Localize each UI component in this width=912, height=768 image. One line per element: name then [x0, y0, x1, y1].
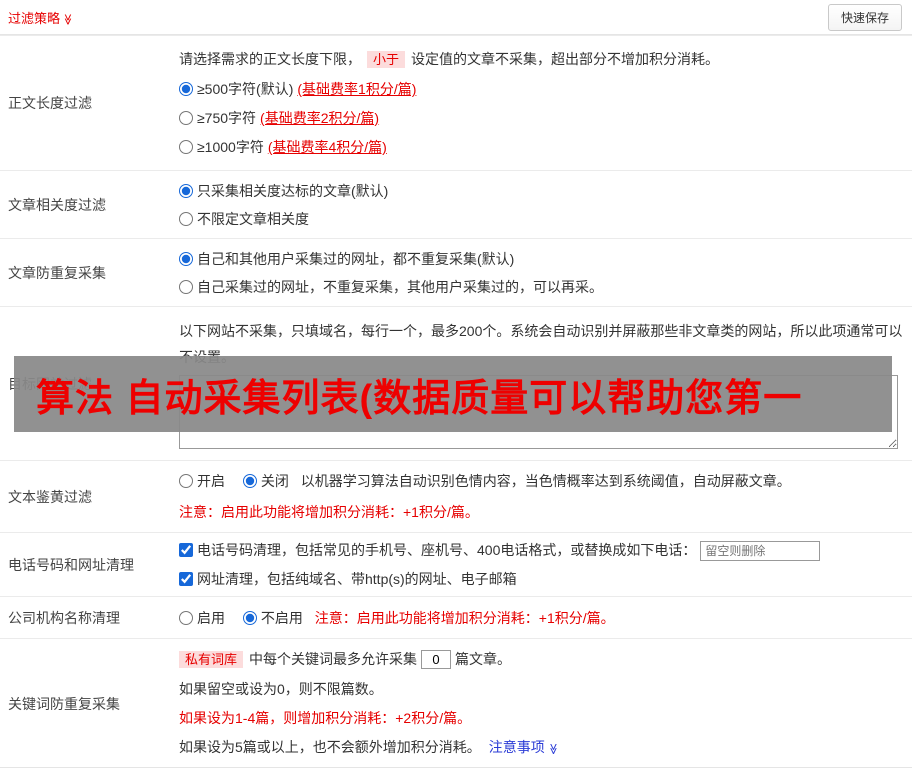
rate-note: (基础费率4积分/篇)	[267, 139, 387, 155]
keyword-limit-input[interactable]	[421, 649, 452, 669]
radio-1000-chars[interactable]	[179, 140, 193, 154]
less-than-tag: 小于	[367, 51, 406, 68]
row-label: 正文长度过滤	[8, 95, 92, 111]
keyword-limit-line: 私有词库中每个关键词最多允许采集篇文章。	[179, 649, 904, 670]
company-cleanup-cost-note: 注意：启用此功能将增加积分消耗：+1积分/篇。	[314, 609, 615, 626]
quick-save-button[interactable]: 快速保存	[827, 3, 902, 31]
page-title[interactable]: 过滤策略≫	[8, 8, 74, 27]
keyword-limit-note-1: 如果留空或设为0，则不限篇数。	[179, 680, 383, 697]
radio-porn-on[interactable]: 开启	[179, 473, 225, 489]
filter-strategy-page: 过滤策略≫ 快速保存 正文长度过滤 请选择需求的正文长度下限， 小于 设定值的文章不…	[0, 0, 912, 768]
notes-link[interactable]: 注意事项 ≫	[489, 739, 559, 755]
radio-option-750: ≥750字符 (基础费率2积分/篇)	[179, 108, 904, 128]
radio-500-chars[interactable]	[179, 82, 193, 96]
watermark-overlay-banner: 算法 自动采集列表(数据质量可以帮助您第一	[14, 356, 892, 432]
row-label: 公司机构名称清理	[8, 609, 120, 626]
radio-porn-off[interactable]: 关闭	[242, 473, 289, 489]
row-label: 文章防重复采集	[8, 264, 106, 281]
top-bar: 过滤策略≫ 快速保存	[0, 0, 912, 35]
rate-note: (基础费率2积分/篇)	[260, 110, 380, 126]
radio-relevance-strict[interactable]: 只采集相关度达标的文章(默认)	[179, 183, 388, 199]
row-keyword-dedup-limit: 关键词防重复采集 私有词库中每个关键词最多允许采集篇文章。 如果留空或设为0，则…	[0, 638, 912, 767]
radio-company-on[interactable]: 启用	[179, 610, 225, 626]
radio-dedup-self-only[interactable]: 自己采集过的网址，不重复采集，其他用户采集过的，可以再采。	[179, 279, 603, 295]
row-porn-filter: 文本鉴黄过滤 开启 关闭 以机器学习算法自动识别色情内容，当色情概率达到系统阈值…	[0, 460, 912, 532]
row-body-length-filter: 正文长度过滤 请选择需求的正文长度下限， 小于 设定值的文章不采集，超出部分不增加积…	[0, 35, 912, 170]
porn-filter-description: 以机器学习算法自动识别色情内容，当色情概率达到系统阈值，自动屏蔽文章。	[300, 473, 791, 489]
row-relevance-filter: 文章相关度过滤 只采集相关度达标的文章(默认) 不限定文章相关度	[0, 170, 912, 238]
porn-filter-cost-note: 注意：启用此功能将增加积分消耗：+1积分/篇。	[179, 504, 479, 520]
row-dedup-collection: 文章防重复采集 自己和其他用户采集过的网址，都不重复采集(默认) 自己采集过的网…	[0, 238, 912, 306]
row-company-name-cleanup: 公司机构名称清理 启用 不启用 注意：启用此功能将增加积分消耗：+1积分/篇。	[0, 596, 912, 638]
private-lexicon-tag: 私有词库	[179, 650, 244, 668]
keyword-limit-note-2: 如果设为1-4篇，则增加积分消耗：+2积分/篇。	[179, 709, 472, 726]
row-label: 文本鉴黄过滤	[8, 488, 92, 505]
keyword-limit-note-3: 如果设为5篇或以上，也不会额外增加积分消耗。 注意事项 ≫	[179, 737, 904, 759]
radio-option-500: ≥500字符(默认) (基础费率1积分/篇)	[179, 79, 904, 99]
row-label: 电话号码和网址清理	[8, 556, 134, 573]
radio-relevance-any[interactable]: 不限定文章相关度	[179, 211, 309, 227]
chevron-down-icon: ≫	[546, 742, 559, 755]
radio-dedup-all-users[interactable]: 自己和其他用户采集过的网址，都不重复采集(默认)	[179, 251, 514, 267]
body-length-description: 请选择需求的正文长度下限， 小于 设定值的文章不采集，超出部分不增加积分消耗。	[179, 51, 720, 68]
replacement-phone-input[interactable]	[700, 541, 821, 561]
chevron-down-icon: ≫	[61, 13, 74, 25]
row-label: 文章相关度过滤	[8, 196, 106, 213]
radio-750-chars[interactable]	[179, 111, 193, 125]
radio-option-1000: ≥1000字符 (基础费率4积分/篇)	[179, 137, 904, 157]
radio-company-off[interactable]: 不启用	[242, 610, 303, 626]
row-phone-url-cleanup: 电话号码和网址清理 电话号码清理，包括常见的手机号、座机号、400电话格式，或替…	[0, 532, 912, 596]
checkbox-url-cleanup[interactable]: 网址清理，包括纯域名、带http(s)的网址、电子邮箱	[179, 571, 517, 587]
row-label: 关键词防重复采集	[8, 695, 120, 712]
rate-note: (基础费率1积分/篇)	[297, 81, 417, 97]
checkbox-phone-cleanup[interactable]: 电话号码清理，包括常见的手机号、座机号、400电话格式，或替换成如下电话：	[179, 542, 696, 558]
